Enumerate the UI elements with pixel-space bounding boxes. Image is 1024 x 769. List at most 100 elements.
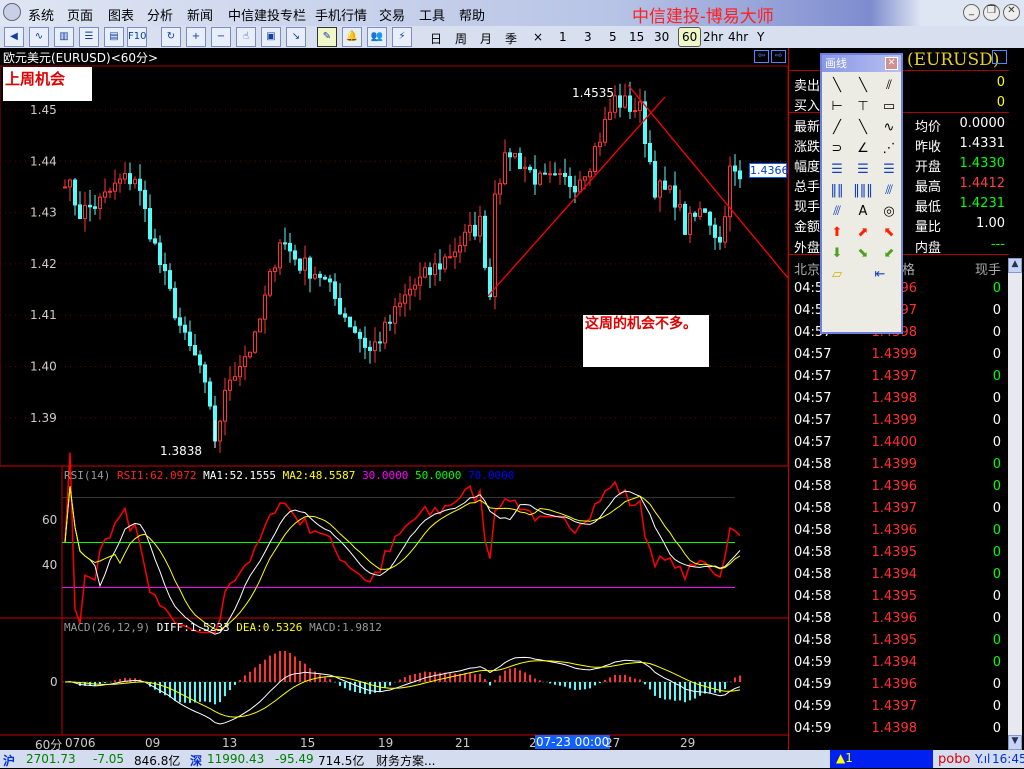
toolbox-header[interactable]: 画线 ✕ [822,55,901,72]
cycle2-icon[interactable]: ‖‖‖ [852,182,874,200]
sz-index[interactable]: 11990.43 [207,752,264,766]
arc-icon[interactable]: ⊃ [826,140,848,158]
period-×[interactable]: × [533,30,543,44]
period-60[interactable]: 60 [678,27,702,47]
menu-analysis[interactable]: 分析 [147,5,173,24]
alert-indicator[interactable]: ▲1 [830,750,933,768]
period-2hr[interactable]: 2hr [703,30,723,44]
menu-mobile[interactable]: 手机行情 [315,5,367,24]
wave-icon[interactable]: ∿ [878,119,900,137]
macd-tick: 0 [50,675,58,689]
table-icon[interactable]: ☰ [79,27,99,47]
cursor-time: 07-23 00:00 [535,735,611,749]
segment-icon[interactable]: ╲ [852,77,874,95]
quote-label: 开盘 [915,160,942,175]
speed-icon[interactable]: ⫻ [826,203,848,221]
vline-icon[interactable]: ⊤ [852,98,874,116]
toolbox-close-button[interactable]: ✕ [885,57,898,70]
circle-icon[interactable]: ◎ [878,203,900,221]
menu-column[interactable]: 中信建投专栏 [228,5,306,24]
quote-icon[interactable]: ▤ [104,27,124,47]
zoom-in-icon[interactable]: + [186,27,206,47]
period-周[interactable]: 周 [455,30,467,47]
app-icon[interactable] [3,3,21,21]
close-button[interactable]: ✕ [1003,4,1020,21]
users-icon[interactable]: 👥 [367,27,387,47]
ray-down-icon[interactable]: ╲ [852,119,874,137]
tick-scrollbar[interactable]: ▲ ▼ [1008,258,1022,750]
tick-time: 04:59 [794,699,832,714]
menu-tools[interactable]: 工具 [419,5,445,24]
menu-help[interactable]: 帮助 [459,5,485,24]
fib2-icon[interactable]: ☰ [878,161,900,179]
period-3[interactable]: 3 [584,30,592,44]
fan-icon[interactable]: ⋰ [878,140,900,158]
kline-icon[interactable]: ▥ [54,27,74,47]
line-icon[interactable]: ╲ [826,77,848,95]
minimize-button[interactable]: _ [963,4,980,21]
zoom-out-icon[interactable]: − [211,27,231,47]
period-Y[interactable]: Y [757,30,764,44]
parallel-icon[interactable]: ⫽ [878,77,900,95]
scroll-up-button[interactable]: ▲ [1008,258,1022,273]
fib-icon[interactable]: ☰ [852,161,874,179]
quote-value: 1.4231 [959,196,1006,211]
text-icon[interactable]: A [852,203,874,221]
menu-system[interactable]: 系统 [28,5,54,24]
trend-line-down [627,84,789,279]
period-5[interactable]: 5 [609,30,617,44]
alarm-icon[interactable]: 🔔 [342,27,362,47]
period-日[interactable]: 日 [430,30,442,47]
up-left-arrow-icon[interactable]: ⬉ [878,224,900,242]
up-arrow-icon[interactable]: ⬆ [826,224,848,242]
hline-icon[interactable]: ⊢ [826,98,848,116]
period-4hr[interactable]: 4hr [728,30,748,44]
cursor-icon[interactable]: ☝ [236,27,256,47]
delete-all-icon[interactable]: ⇤ [869,266,891,284]
ray-icon[interactable]: ╱ [826,119,848,137]
macd-diff: DIFF:1.5233 [156,621,230,634]
eraser-icon[interactable]: ▱ [826,266,848,284]
menu-page[interactable]: 页面 [67,5,93,24]
period-月[interactable]: 月 [480,30,492,47]
refresh-icon[interactable]: ↻ [161,27,181,47]
period-季[interactable]: 季 [505,30,517,47]
candle-body [483,215,487,268]
menu-trade[interactable]: 交易 [379,5,405,24]
menu-news[interactable]: 新闻 [187,5,213,24]
tick-time: 04:59 [794,721,832,736]
gann-icon[interactable]: ☰ [826,161,848,179]
menu-chart[interactable]: 图表 [108,5,134,24]
drawing-toolbox[interactable]: 画线 ✕ ╲ ╲ ⫽ ⊢ ⊤ ▭ ╱ ╲ ∿ ⊃ ∠ ⋰ ☰ ☰ ☰ ‖‖ ‖‖‖ ⫻ ⫻ A ◎ ⬆ ⬈ ⬉ ⬇ ⬊ ⬋ ▱ ⇤ [820,53,903,334]
scroll-down-button[interactable]: ▼ [1008,735,1022,750]
restore-button[interactable]: ❐ [983,4,1000,21]
angle-icon[interactable]: ∠ [852,140,874,158]
maximize-panel-button[interactable] [992,50,1007,64]
channel-icon[interactable]: ⫻ [878,182,900,200]
tick-volume: 0 [992,611,1001,626]
candle-body [653,161,657,198]
period-30[interactable]: 30 [654,30,669,44]
period-15[interactable]: 15 [629,30,644,44]
lightning-icon[interactable]: ⚡ [392,27,412,47]
candle-body [188,331,192,347]
window-icon[interactable]: ▣ [261,27,281,47]
period-1[interactable]: 1 [559,30,567,44]
candle-body [303,257,307,271]
chart-area[interactable]: 1.45 1.44 1.43 1.42 1.41 1.40 1.39 60 40 0 [0,48,790,750]
sh-index[interactable]: 2701.73 [26,752,76,766]
line-chart-icon[interactable]: ∿ [29,27,49,47]
draw-icon[interactable]: ✎ [317,27,337,47]
f10-icon[interactable]: F10 [127,27,147,47]
candle-body [328,278,332,283]
down-arrow-icon[interactable]: ⬇ [826,245,848,263]
down-left-arrow-icon[interactable]: ⬋ [878,245,900,263]
news-ticker[interactable]: 财务方案... [376,752,435,769]
back-icon[interactable]: ◀ [4,27,24,47]
export-icon[interactable]: ↘ [286,27,306,47]
rect-icon[interactable]: ▭ [878,98,900,116]
cycle-icon[interactable]: ‖‖ [826,182,848,200]
candle-body [693,212,697,217]
up-right-arrow-icon[interactable]: ⬈ [852,224,874,242]
down-right-arrow-icon[interactable]: ⬊ [852,245,874,263]
